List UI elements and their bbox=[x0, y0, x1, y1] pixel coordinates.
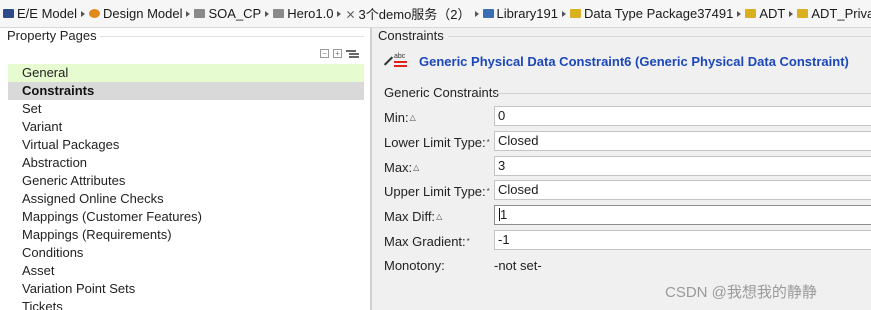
breadcrumb: E/E Model Design Model SOA_CP Hero1.0 ⨯ … bbox=[0, 0, 871, 28]
breadcrumb-item-library[interactable]: Library191 bbox=[480, 6, 567, 21]
field-label: Max:△ bbox=[384, 160, 420, 175]
page-item-mappings-customer-features[interactable]: Mappings (Customer Features) bbox=[8, 208, 364, 226]
divider bbox=[100, 36, 364, 37]
field-lower-limit-type: Lower Limit Type:* Closed bbox=[384, 131, 871, 155]
field-label: Max Gradient:* bbox=[384, 234, 470, 249]
property-pages-pane: Property Pages − + General Constraints S… bbox=[0, 28, 371, 310]
property-pages-title: Property Pages bbox=[7, 28, 97, 43]
max-gradient-input[interactable]: -1 bbox=[494, 230, 871, 250]
page-item-mappings-requirements[interactable]: Mappings (Requirements) bbox=[8, 226, 364, 244]
property-editor-window: E/E Model Design Model SOA_CP Hero1.0 ⨯ … bbox=[0, 0, 871, 310]
breadcrumb-item-demo-services[interactable]: ⨯ 3个demo服务（2） bbox=[342, 4, 479, 23]
monotony-select[interactable]: -not set- bbox=[494, 258, 542, 273]
field-max-diff: Max Diff:△ 1 bbox=[384, 205, 871, 229]
lower-limit-type-select[interactable]: Closed bbox=[494, 131, 871, 151]
breadcrumb-label: SOA_CP bbox=[208, 6, 262, 21]
chevron-right-icon bbox=[737, 10, 742, 17]
page-item-general[interactable]: General bbox=[8, 64, 364, 82]
library-icon bbox=[482, 9, 494, 18]
required-marker-icon: * bbox=[486, 138, 490, 147]
field-max: Max:△ 3 bbox=[384, 156, 871, 180]
breadcrumb-item-soa-cp[interactable]: SOA_CP bbox=[191, 6, 270, 21]
page-item-asset[interactable]: Asset bbox=[8, 262, 364, 280]
modified-marker-icon: △ bbox=[413, 163, 420, 172]
field-monotony: Monotony: -not set- bbox=[384, 254, 871, 278]
page-item-abstraction[interactable]: Abstraction bbox=[8, 154, 364, 172]
field-label: Min:△ bbox=[384, 110, 416, 125]
page-item-variation-point-sets[interactable]: Variation Point Sets bbox=[8, 280, 364, 298]
breadcrumb-label: Design Model bbox=[102, 6, 183, 21]
component-icon: ⨯ bbox=[345, 6, 356, 21]
breadcrumb-label: E/E Model bbox=[17, 6, 77, 21]
chevron-right-icon bbox=[561, 10, 566, 17]
package-icon bbox=[797, 9, 809, 18]
field-label: Monotony: bbox=[384, 258, 445, 273]
breadcrumb-item-hero[interactable]: Hero1.0 bbox=[270, 6, 342, 21]
element-header: abc Generic Physical Data Constraint6 (G… bbox=[382, 53, 849, 69]
field-max-gradient: Max Gradient:* -1 bbox=[384, 230, 871, 254]
chevron-right-icon bbox=[474, 10, 479, 17]
divider bbox=[496, 93, 871, 94]
modified-marker-icon: △ bbox=[409, 113, 416, 122]
breadcrumb-label: Data Type Package37491 bbox=[583, 6, 734, 21]
breadcrumb-item-data-type-package[interactable]: Data Type Package37491 bbox=[567, 6, 742, 21]
pane-toolbar: − + bbox=[320, 49, 358, 58]
chevron-right-icon bbox=[789, 10, 794, 17]
breadcrumb-label: Library191 bbox=[496, 6, 558, 21]
field-upper-limit-type: Upper Limit Type:* Closed bbox=[384, 180, 871, 204]
constraints-pane: Constraints abc Generic Physical Data Co… bbox=[371, 28, 871, 310]
element-title: Generic Physical Data Constraint6 (Gener… bbox=[419, 53, 849, 69]
design-model-icon bbox=[88, 9, 100, 18]
upper-limit-type-select[interactable]: Closed bbox=[494, 180, 871, 200]
package-icon bbox=[745, 9, 757, 18]
breadcrumb-label: ADT_Private bbox=[811, 6, 871, 21]
field-min: Min:△ 0 bbox=[384, 106, 871, 130]
max-diff-input[interactable]: 1 bbox=[494, 205, 871, 225]
breadcrumb-item-design-model[interactable]: Design Model bbox=[86, 6, 192, 21]
page-item-conditions[interactable]: Conditions bbox=[8, 244, 364, 262]
breadcrumb-item-adt-private[interactable]: ADT_Private bbox=[794, 6, 871, 21]
constraints-title: Constraints bbox=[378, 28, 444, 43]
page-item-set[interactable]: Set bbox=[8, 100, 364, 118]
model-icon bbox=[3, 9, 14, 18]
chevron-right-icon bbox=[80, 10, 85, 17]
collapse-all-icon[interactable]: − bbox=[320, 49, 329, 58]
required-marker-icon: * bbox=[486, 187, 490, 196]
folder-icon bbox=[194, 9, 206, 18]
min-input[interactable]: 0 bbox=[494, 106, 871, 126]
modified-marker-icon: △ bbox=[436, 212, 443, 221]
folder-icon bbox=[273, 9, 285, 18]
expand-all-icon[interactable]: + bbox=[333, 49, 342, 58]
breadcrumb-label: Hero1.0 bbox=[287, 6, 334, 21]
field-label: Lower Limit Type:* bbox=[384, 135, 490, 150]
max-diff-value: 1 bbox=[500, 207, 508, 222]
constraint-edit-icon: abc bbox=[382, 53, 410, 69]
chevron-right-icon bbox=[265, 10, 270, 17]
page-item-constraints[interactable]: Constraints bbox=[8, 82, 364, 100]
required-marker-icon: * bbox=[466, 237, 470, 246]
page-item-tickets[interactable]: Tickets bbox=[8, 298, 364, 310]
property-pages-list: General Constraints Set Variant Virtual … bbox=[8, 64, 364, 310]
page-item-assigned-online-checks[interactable]: Assigned Online Checks bbox=[8, 190, 364, 208]
generic-constraints-title: Generic Constraints bbox=[384, 85, 499, 100]
field-label: Max Diff:△ bbox=[384, 209, 443, 224]
breadcrumb-label: ADT bbox=[759, 6, 786, 21]
page-item-generic-attributes[interactable]: Generic Attributes bbox=[8, 172, 364, 190]
page-item-virtual-packages[interactable]: Virtual Packages bbox=[8, 136, 364, 154]
breadcrumb-item-ee-model[interactable]: E/E Model bbox=[0, 6, 86, 21]
breadcrumb-item-adt[interactable]: ADT bbox=[742, 6, 794, 21]
watermark: CSDN @我想我的静静 bbox=[665, 284, 817, 301]
tree-view-icon[interactable] bbox=[346, 49, 358, 58]
chevron-right-icon bbox=[337, 10, 342, 17]
field-label: Upper Limit Type:* bbox=[384, 184, 490, 199]
page-item-variant[interactable]: Variant bbox=[8, 118, 364, 136]
max-input[interactable]: 3 bbox=[494, 156, 871, 176]
divider bbox=[448, 36, 871, 37]
breadcrumb-label: 3个demo服务（2） bbox=[358, 7, 471, 22]
package-icon bbox=[569, 9, 581, 18]
chevron-right-icon bbox=[186, 10, 191, 17]
